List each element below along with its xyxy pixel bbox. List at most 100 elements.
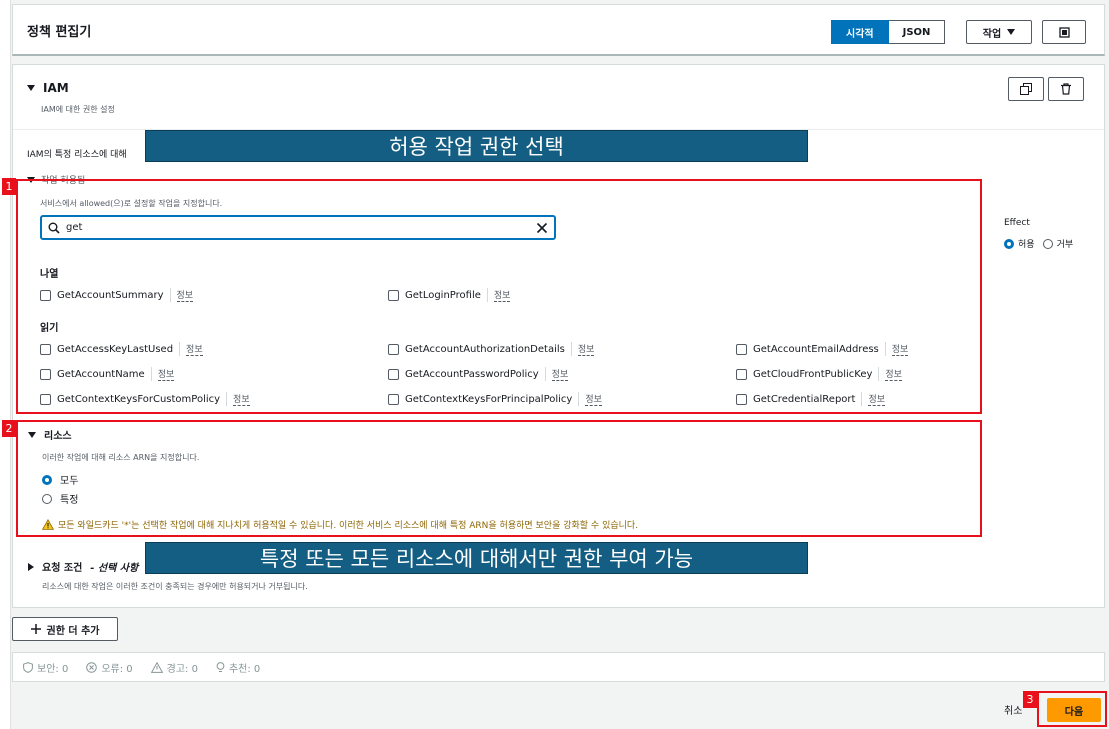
resources-description: 이러한 작업에 대해 리소스 ARN을 지정합니다. <box>42 453 200 462</box>
action-label: GetAccountPasswordPolicy <box>405 368 539 380</box>
preferences-button[interactable] <box>1042 20 1086 44</box>
annotation-banner-top: 허용 작업 권한 선택 <box>145 130 808 162</box>
warning-text: 모든 와일드카드 '*'는 선택한 작업에 대해 지나치게 허용적일 수 있습니… <box>58 521 639 531</box>
caret-down-icon <box>28 431 36 438</box>
info-link[interactable]: 정보 <box>176 288 194 302</box>
actions-dropdown-button[interactable]: 작업 <box>966 20 1032 44</box>
action-label: GetCredentialReport <box>753 393 856 405</box>
info-link[interactable]: 정보 <box>891 342 909 356</box>
action-label: GetAccountSummary <box>57 289 164 301</box>
resource-description: IAM의 특정 리소스에 대해 <box>27 150 127 160</box>
resources-toggle[interactable]: 리소스 <box>28 427 72 442</box>
checkbox[interactable] <box>736 368 747 380</box>
checkbox[interactable] <box>388 393 399 405</box>
list-section-label: 나열 <box>40 269 59 280</box>
warnings-label: 경고: 0 <box>166 663 198 675</box>
checkbox[interactable] <box>736 343 747 355</box>
info-link[interactable]: 정보 <box>551 367 569 381</box>
action-checkbox[interactable]: GetCredentialReport 정보 <box>736 392 886 406</box>
checkbox[interactable] <box>388 343 399 355</box>
info-link[interactable]: 정보 <box>868 392 886 406</box>
info-link[interactable]: 정보 <box>577 342 595 356</box>
info-link[interactable]: 정보 <box>186 342 203 356</box>
visual-mode-button[interactable]: 시각적 <box>831 20 889 44</box>
action-checkbox[interactable]: GetContextKeysForPrincipalPolicy 정보 <box>388 392 602 406</box>
cancel-button[interactable]: 취소 <box>1004 702 1022 717</box>
marker-1: 1 <box>2 178 16 195</box>
iam-subtitle: IAM에 대한 권한 설정 <box>41 105 115 114</box>
suggestions-label: 추천: 0 <box>228 663 261 675</box>
specific-label: 특정 <box>60 495 79 506</box>
delete-button[interactable] <box>1048 77 1084 101</box>
action-label: GetAccessKeyLastUsed <box>57 343 174 355</box>
action-label: GetAccountEmailAddress <box>753 343 879 355</box>
editor-mode-toggle: 시각적 JSON <box>831 20 946 44</box>
info-link[interactable]: 정보 <box>233 392 250 406</box>
errors-label: 오류: 0 <box>101 663 133 675</box>
checkbox[interactable] <box>40 343 51 355</box>
action-search-input[interactable]: get <box>40 215 556 240</box>
specific-resources-option[interactable]: 특정 <box>42 491 78 506</box>
caret-down-icon <box>1007 29 1016 35</box>
caret-right-icon <box>28 562 34 571</box>
action-checkbox[interactable]: GetAccountEmailAddress 정보 <box>736 342 909 356</box>
action-checkbox[interactable]: GetContextKeysForCustomPolicy 정보 <box>40 392 250 406</box>
action-checkbox[interactable]: GetLoginProfile 정보 <box>388 288 511 302</box>
errors-count[interactable]: 오류: 0 <box>86 660 133 675</box>
checkbox[interactable] <box>736 393 747 405</box>
action-checkbox[interactable]: GetCloudFrontPublicKey 정보 <box>736 367 902 381</box>
caret-down-icon <box>27 85 35 91</box>
info-link[interactable]: 정보 <box>885 367 902 381</box>
deny-label: 거부 <box>1056 240 1074 250</box>
search-value: get <box>66 222 83 233</box>
action-checkbox[interactable]: GetAccessKeyLastUsed 정보 <box>40 342 203 356</box>
all-label: 모두 <box>60 476 79 487</box>
info-link[interactable]: 정보 <box>157 367 175 381</box>
conditions-title: 요청 조건 <box>42 563 83 574</box>
json-mode-button[interactable]: JSON <box>888 20 946 44</box>
actions-dropdown-label: 작업 <box>982 28 1002 40</box>
security-count[interactable]: 보안: 0 <box>23 660 68 675</box>
plus-icon <box>30 624 41 634</box>
checkbox[interactable] <box>388 368 399 380</box>
all-radio[interactable] <box>42 474 52 485</box>
action-label: GetAccountAuthorizationDetails <box>405 343 565 355</box>
conditions-toggle[interactable]: 요청 조건 - 선택 사항 <box>28 559 138 574</box>
policy-editor-header: 정책 편집기 시각적 JSON 작업 <box>12 4 1105 56</box>
trash-icon <box>1061 83 1071 95</box>
action-checkbox[interactable]: GetAccountAuthorizationDetails 정보 <box>388 342 595 356</box>
checkbox[interactable] <box>40 393 51 405</box>
suggestions-count[interactable]: 추천: 0 <box>216 660 260 675</box>
allow-radio[interactable] <box>1004 238 1014 249</box>
panel-icon <box>1058 26 1070 38</box>
page-title: 정책 편집기 <box>27 25 92 40</box>
warning-icon <box>42 519 54 530</box>
add-permission-button[interactable]: 권한 더 추가 <box>12 617 118 641</box>
info-link[interactable]: 정보 <box>493 288 511 302</box>
checkbox[interactable] <box>388 289 399 301</box>
checkbox[interactable] <box>40 368 51 380</box>
search-icon <box>48 222 60 234</box>
error-icon <box>86 661 98 673</box>
marker-3: 3 <box>1023 691 1037 708</box>
checkbox[interactable] <box>40 289 51 301</box>
warnings-count[interactable]: 경고: 0 <box>150 660 198 675</box>
action-checkbox[interactable]: GetAccountSummary 정보 <box>40 288 194 302</box>
deny-radio[interactable] <box>1042 238 1053 249</box>
duplicate-button[interactable] <box>1008 77 1044 101</box>
all-resources-option[interactable]: 모두 <box>42 472 78 487</box>
specific-radio[interactable] <box>42 493 52 504</box>
add-permission-label: 권한 더 추가 <box>46 625 100 637</box>
resources-title: 리소스 <box>44 431 72 442</box>
action-checkbox[interactable]: GetAccountName 정보 <box>40 367 175 381</box>
annotation-banner-bottom: 특정 또는 모든 리소스에 대해서만 권한 부여 가능 <box>145 542 808 574</box>
action-label: GetCloudFrontPublicKey <box>753 368 873 380</box>
action-label: GetContextKeysForCustomPolicy <box>57 393 221 405</box>
highlight-box-next <box>1037 691 1107 727</box>
read-section-label: 읽기 <box>40 323 59 334</box>
action-checkbox[interactable]: GetAccountPasswordPolicy 정보 <box>388 367 569 381</box>
info-link[interactable]: 정보 <box>585 392 602 406</box>
effect-radio-group: 허용 거부 <box>1004 237 1073 250</box>
clear-icon[interactable] <box>536 222 548 234</box>
iam-section-toggle[interactable]: IAM <box>27 81 69 95</box>
